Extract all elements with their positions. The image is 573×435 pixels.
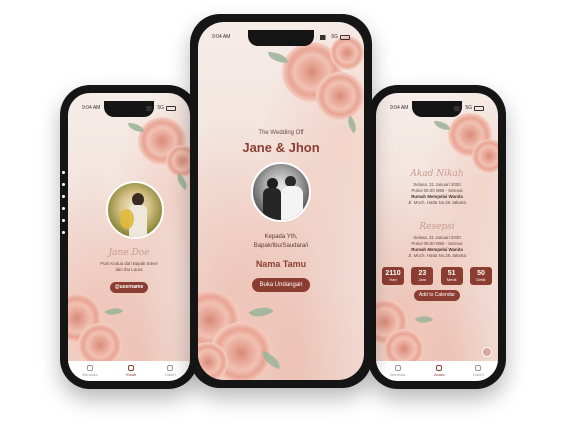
couple-photo (251, 162, 311, 222)
signal-icon (320, 34, 330, 40)
battery-icon (166, 105, 176, 111)
bride-subtitle: Putri Kedua dari Bapak Steve dan Ibu Lau… (100, 261, 158, 272)
heart-icon (128, 365, 135, 371)
nav-kisah[interactable]: Kisah (126, 365, 136, 377)
network-label: 5G (331, 34, 338, 40)
gallery-icon (167, 365, 174, 371)
bottom-nav: Beranda Kisah Galeri (68, 361, 190, 381)
signal-icon (454, 105, 464, 111)
countdown-seconds: 50 Detik (469, 267, 492, 285)
couple-names: Jane & Jhon (242, 140, 320, 155)
resepsi-title: Resepsi (419, 222, 455, 232)
add-to-calendar-button[interactable]: Add to Calendar (414, 290, 460, 301)
username-button[interactable]: @username (110, 282, 148, 293)
akad-details: Selasa, 31 Januari 2030 Pukul 09.00 WIB … (396, 182, 478, 206)
greeting-line-1: Kepada Yth, (264, 234, 298, 240)
nav-acara[interactable]: Acara (434, 365, 444, 377)
phone-left: 9:04 AM 5G Jane Doe Putri Kedua dari Bap… (60, 85, 198, 389)
resepsi-address: Jl. Moch. Hatta No.26 Jakarta (408, 253, 466, 258)
bride-name: Jane Doe (108, 248, 150, 258)
countdown: 2110 Hari 23 Jam 51 Menit 50 Detik (382, 267, 492, 285)
status-bar: 9:04 AM 5G (82, 101, 176, 115)
screen-right: 9:04 AM 5G Akad Nikah Selasa, 31 Januari… (376, 93, 498, 381)
nav-galeri[interactable]: Galeri (165, 365, 176, 377)
rose-decoration (472, 139, 498, 173)
rose-decoration (316, 72, 364, 120)
screen-left: 9:04 AM 5G Jane Doe Putri Kedua dari Bap… (68, 93, 190, 381)
home-icon (394, 365, 401, 371)
home-icon (86, 365, 93, 371)
network-label: 5G (465, 105, 472, 111)
greeting-line-2: Bapak/Ibu/Saudara/i (253, 243, 309, 249)
network-label: 5G (157, 105, 164, 111)
battery-icon (340, 34, 350, 40)
nav-galeri[interactable]: Galeri (473, 365, 484, 377)
wedding-kicker: The Wedding Off (258, 130, 304, 136)
battery-icon (474, 105, 484, 111)
resepsi-details: Selasa, 31 Januari 2030 Pukul 09.00 WIB … (396, 235, 478, 259)
signal-icon (146, 105, 156, 111)
guest-name: Nama Tamu (255, 259, 307, 269)
akad-address: Jl. Moch. Hatta No.26 Jakarta (408, 200, 466, 205)
status-time: 9:04 AM (82, 105, 101, 111)
countdown-days: 2110 Hari (382, 267, 404, 285)
side-dots (62, 171, 65, 243)
status-bar: 9:04 AM 5G (212, 30, 350, 44)
music-toggle-icon[interactable] (482, 347, 492, 357)
status-bar: 9:04 AM 5G (390, 101, 484, 115)
nav-beranda[interactable]: Beranda (390, 365, 405, 377)
akad-title: Akad Nikah (410, 169, 464, 179)
phone-right: 9:04 AM 5G Akad Nikah Selasa, 31 Januari… (368, 85, 506, 389)
status-time: 9:04 AM (390, 105, 409, 111)
calendar-icon (436, 365, 443, 371)
countdown-hours: 23 Jam (411, 267, 434, 285)
phone-center: 9:04 AM 5G The Wedding Off Jane & Jhon K… (190, 14, 372, 388)
nav-beranda[interactable]: Beranda (82, 365, 97, 377)
screen-center: 9:04 AM 5G The Wedding Off Jane & Jhon K… (198, 22, 364, 380)
open-invitation-button[interactable]: Buka Undangan (252, 278, 310, 292)
status-time: 9:04 AM (212, 34, 231, 40)
bottom-nav: Beranda Acara Galeri (376, 361, 498, 381)
bride-photo (106, 181, 164, 239)
countdown-minutes: 51 Menit (440, 267, 463, 285)
gallery-icon (475, 365, 482, 371)
